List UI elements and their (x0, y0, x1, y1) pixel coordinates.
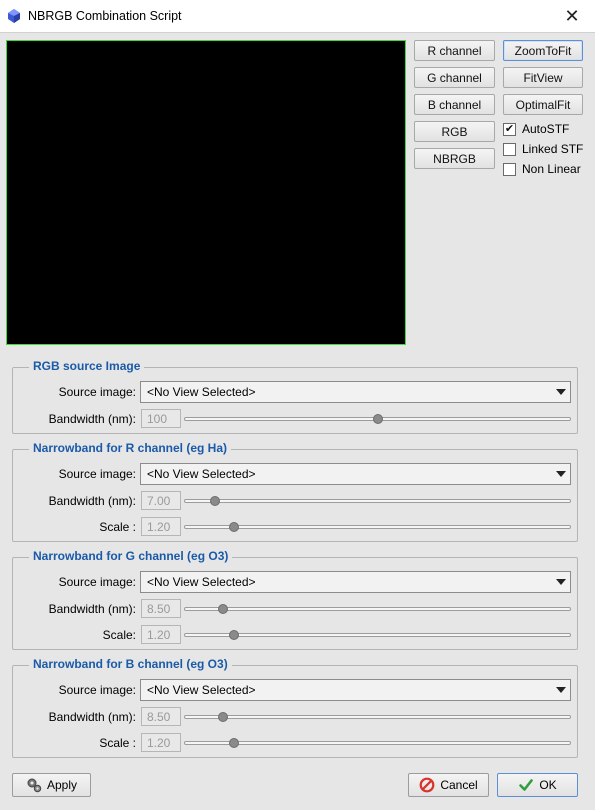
nbrgb-button[interactable]: NBRGB (414, 148, 495, 169)
non-linear-label: Non Linear (522, 162, 581, 176)
source-image-combo[interactable]: <No View Selected> (140, 571, 571, 593)
apply-button[interactable]: Apply (12, 773, 91, 797)
bandwidth-field[interactable]: 7.00 (141, 491, 181, 510)
chevron-down-icon[interactable] (552, 680, 570, 700)
slider-thumb[interactable] (229, 630, 240, 640)
rgb-source-group: RGB source Image Source image: <No View … (12, 359, 578, 434)
combo-value: <No View Selected> (147, 575, 256, 589)
source-image-combo[interactable]: <No View Selected> (140, 381, 571, 403)
narrowband-r-group: Narrowband for R channel (eg Ha) Source … (12, 441, 578, 542)
bandwidth-slider[interactable] (184, 602, 571, 616)
narrowband-b-group: Narrowband for B channel (eg O3) Source … (12, 657, 578, 758)
autostf-checkbox[interactable]: ✔ AutoSTF (503, 121, 569, 137)
bandwidth-field[interactable]: 8.50 (141, 707, 181, 726)
combo-value: <No View Selected> (147, 385, 256, 399)
apply-label: Apply (46, 778, 78, 792)
group-title: Narrowband for G channel (eg O3) (29, 549, 233, 563)
source-image-combo[interactable]: <No View Selected> (140, 679, 571, 701)
scale-field[interactable]: 1.20 (141, 517, 181, 536)
source-image-combo[interactable]: <No View Selected> (140, 463, 571, 485)
checkbox-box[interactable]: ✔ (503, 122, 516, 136)
linked-stf-label: Linked STF (522, 142, 584, 156)
fit-view-button[interactable]: FitView (503, 67, 583, 88)
checkmark-icon (519, 779, 534, 791)
combo-value: <No View Selected> (147, 467, 256, 481)
title-bar: NBRGB Combination Script ✕ (0, 0, 595, 33)
zoom-to-fit-button[interactable]: ZoomToFit (503, 40, 583, 61)
scale-field[interactable]: 1.20 (141, 625, 181, 644)
scale-slider[interactable] (184, 628, 571, 642)
dialog-body: R channel G channel B channel RGB NBRGB … (0, 33, 595, 810)
source-image-label: Source image: (58, 385, 136, 399)
group-title: Narrowband for R channel (eg Ha) (29, 441, 232, 455)
bandwidth-label: Bandwidth (nm): (48, 710, 136, 724)
slider-thumb[interactable] (217, 712, 228, 722)
scale-label: Scale : (99, 520, 136, 534)
pixinsight-icon (8, 9, 20, 23)
group-title: Narrowband for B channel (eg O3) (29, 657, 232, 671)
checkbox-box[interactable] (503, 142, 516, 156)
chevron-down-icon[interactable] (552, 382, 570, 402)
autostf-label: AutoSTF (522, 122, 570, 136)
preview-image[interactable] (6, 40, 406, 345)
chevron-down-icon[interactable] (552, 572, 570, 592)
combo-value: <No View Selected> (147, 683, 256, 697)
slider-thumb[interactable] (209, 496, 220, 506)
bandwidth-label: Bandwidth (nm): (48, 412, 136, 426)
optimal-fit-button[interactable]: OptimalFit (503, 94, 583, 115)
scale-field[interactable]: 1.20 (141, 733, 181, 752)
bandwidth-label: Bandwidth (nm): (48, 494, 136, 508)
cancel-label: Cancel (440, 778, 478, 792)
scale-label: Scale: (102, 628, 136, 642)
slider-thumb[interactable] (229, 738, 240, 748)
bandwidth-slider[interactable] (184, 494, 571, 508)
non-linear-checkbox[interactable]: Non Linear (503, 161, 581, 177)
bandwidth-label: Bandwidth (nm): (48, 602, 136, 616)
group-title: RGB source Image (29, 359, 145, 373)
slider-thumb[interactable] (217, 604, 228, 614)
cancel-button[interactable]: Cancel (408, 773, 489, 797)
narrowband-g-group: Narrowband for G channel (eg O3) Source … (12, 549, 578, 650)
linked-stf-checkbox[interactable]: Linked STF (503, 141, 583, 157)
bandwidth-slider[interactable] (184, 710, 571, 724)
ok-label: OK (539, 778, 557, 792)
source-image-label: Source image: (58, 575, 136, 589)
window-title: NBRGB Combination Script (28, 9, 182, 23)
scale-label: Scale : (99, 736, 136, 750)
scale-slider[interactable] (184, 520, 571, 534)
bandwidth-field[interactable]: 100 (141, 409, 181, 428)
checkbox-box[interactable] (503, 162, 516, 176)
rgb-button[interactable]: RGB (414, 121, 495, 142)
scale-slider[interactable] (184, 736, 571, 750)
ok-button[interactable]: OK (497, 773, 578, 797)
bandwidth-field[interactable]: 8.50 (141, 599, 181, 618)
slider-thumb[interactable] (372, 414, 383, 424)
slider-thumb[interactable] (229, 522, 240, 532)
close-icon[interactable]: ✕ (549, 0, 595, 33)
b-channel-button[interactable]: B channel (414, 94, 495, 115)
source-image-label: Source image: (58, 467, 136, 481)
g-channel-button[interactable]: G channel (414, 67, 495, 88)
chevron-down-icon[interactable] (552, 464, 570, 484)
r-channel-button[interactable]: R channel (414, 40, 495, 61)
source-image-label: Source image: (58, 683, 136, 697)
gears-icon (27, 778, 42, 793)
bandwidth-slider[interactable] (184, 412, 571, 426)
cancel-icon (419, 777, 435, 793)
